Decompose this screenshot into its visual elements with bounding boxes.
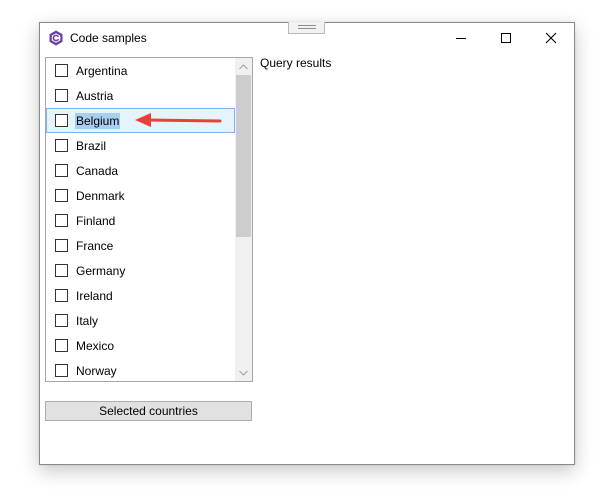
maximize-icon: [501, 33, 511, 43]
chevron-up-icon: [239, 64, 248, 70]
list-item[interactable]: Canada: [46, 158, 235, 183]
grip-line: [298, 25, 316, 26]
checkbox[interactable]: [55, 114, 68, 127]
list-item-label: France: [76, 239, 114, 253]
scroll-thumb[interactable]: [236, 75, 251, 237]
scroll-up-button[interactable]: [235, 58, 252, 75]
scroll-down-button[interactable]: [235, 364, 252, 381]
list-item[interactable]: Denmark: [46, 183, 235, 208]
close-button[interactable]: [528, 23, 574, 53]
window-title: Code samples: [70, 31, 147, 45]
list-item-label: Ireland: [76, 289, 113, 303]
list-item[interactable]: Italy: [46, 308, 235, 333]
list-item-label: Denmark: [76, 189, 125, 203]
list-item-label: Austria: [76, 89, 114, 103]
list-item-label: Belgium: [75, 113, 121, 129]
checkbox[interactable]: [55, 339, 68, 352]
grip-line: [298, 28, 316, 29]
list-item[interactable]: Ireland: [46, 283, 235, 308]
list-item[interactable]: Norway: [46, 358, 235, 381]
list-item[interactable]: France: [46, 233, 235, 258]
checkbox[interactable]: [55, 139, 68, 152]
minimize-icon: [456, 38, 466, 39]
checkbox[interactable]: [55, 89, 68, 102]
checkbox[interactable]: [55, 314, 68, 327]
query-results-label: Query results: [260, 56, 332, 70]
csharp-hexagon-icon: [48, 30, 64, 46]
list-item[interactable]: Brazil: [46, 133, 235, 158]
list-item[interactable]: Mexico: [46, 333, 235, 358]
checkbox[interactable]: [55, 64, 68, 77]
country-checklist[interactable]: Argentina Austria Belgium Brazil Canada …: [45, 57, 253, 382]
maximize-button[interactable]: [483, 23, 529, 53]
list-item-label: Canada: [76, 164, 119, 178]
list-item-label: Argentina: [76, 64, 128, 78]
list-item-label: Italy: [76, 314, 99, 328]
selected-countries-button[interactable]: Selected countries: [45, 401, 252, 421]
checkbox[interactable]: [55, 364, 68, 377]
list-item-label: Brazil: [76, 139, 107, 153]
list-item[interactable]: Finland: [46, 208, 235, 233]
list-item[interactable]: Germany: [46, 258, 235, 283]
checkbox[interactable]: [55, 289, 68, 302]
chevron-down-icon: [239, 370, 248, 376]
close-icon: [545, 32, 557, 44]
checkbox[interactable]: [55, 189, 68, 202]
list-item-label: Finland: [76, 214, 116, 228]
code-samples-window: Code samples Argentina Austria Belgium B…: [39, 22, 575, 465]
list-item[interactable]: Austria: [46, 83, 235, 108]
list-item[interactable]: Argentina: [46, 58, 235, 83]
minimize-button[interactable]: [438, 23, 484, 53]
checkbox[interactable]: [55, 264, 68, 277]
list-scrollbar[interactable]: [235, 58, 252, 381]
red-arrow-icon: [135, 113, 222, 127]
checkbox[interactable]: [55, 164, 68, 177]
checkbox[interactable]: [55, 214, 68, 227]
list-item-label: Germany: [76, 264, 126, 278]
list-item-label: Mexico: [76, 339, 115, 353]
drag-handle[interactable]: [288, 22, 325, 34]
checkbox[interactable]: [55, 239, 68, 252]
list-item-label: Norway: [76, 364, 117, 378]
